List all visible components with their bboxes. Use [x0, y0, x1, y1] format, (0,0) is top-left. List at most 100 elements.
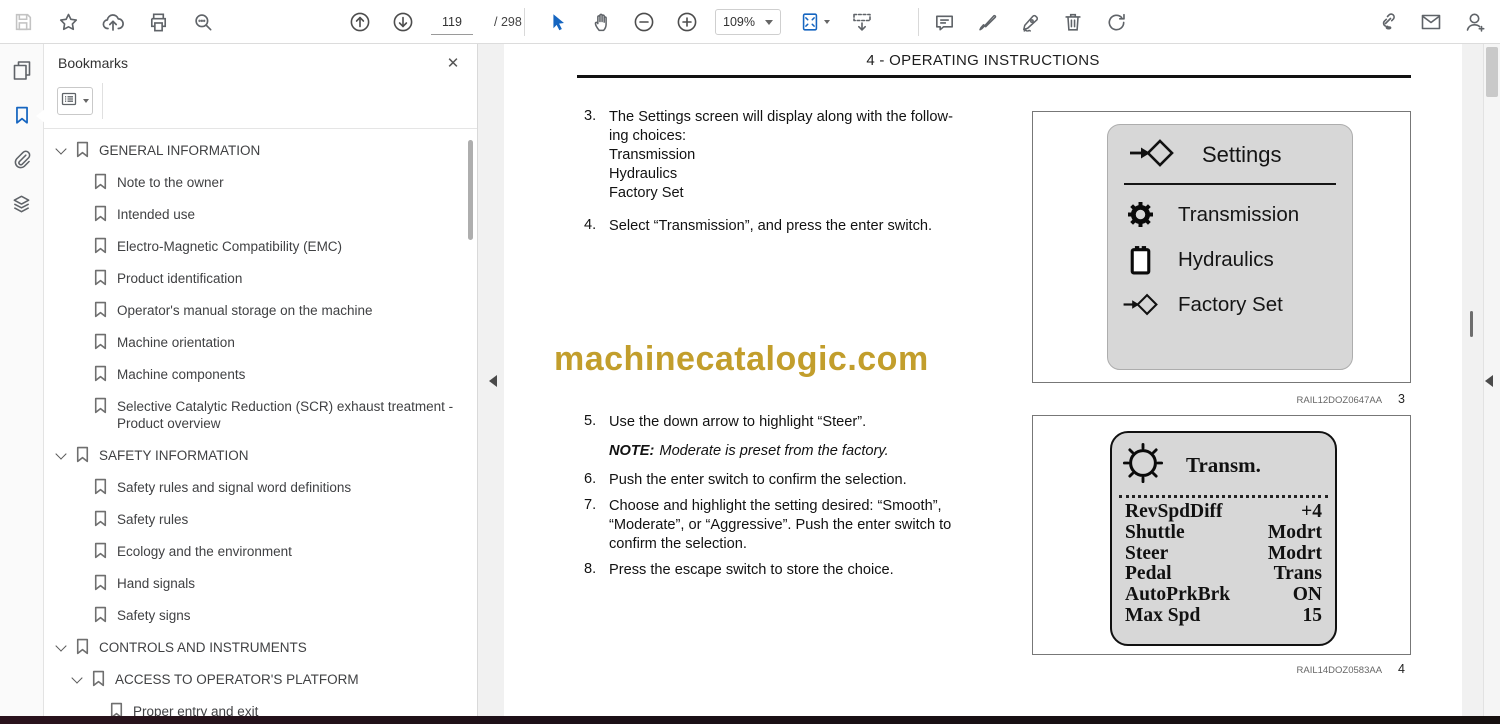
transm-title-row: Transm.	[1112, 435, 1335, 495]
setting-label: AutoPrkBrk	[1125, 584, 1231, 606]
select-tool-button[interactable]	[543, 7, 573, 37]
active-panel-pointer	[36, 109, 45, 123]
menu-item-label: Hydraulics	[1178, 247, 1274, 271]
transmission-display: Transm. RevSpdDiff +4 Shuttle Modrt Steer M…	[1110, 431, 1337, 646]
search-zoom-button[interactable]	[188, 7, 218, 37]
zoom-out-button[interactable]	[629, 7, 659, 37]
scrollbar-thumb[interactable]	[1486, 47, 1498, 97]
bookmark-item[interactable]: Intended use	[44, 198, 464, 230]
bookmark-label: GENERAL INFORMATION	[99, 143, 261, 158]
step-6: 6. Push the enter switch to confirm the s…	[584, 471, 996, 490]
print-button[interactable]	[143, 7, 173, 37]
save-button[interactable]	[8, 7, 38, 37]
page-up-button[interactable]	[345, 7, 375, 37]
figure-caption: RAIL12DOZ0647AA 3	[1032, 390, 1406, 408]
fit-page-button[interactable]	[794, 7, 834, 37]
layers-tab[interactable]	[7, 192, 37, 222]
rotate-button[interactable]	[1101, 7, 1131, 37]
transm-title: Transm.	[1186, 452, 1261, 477]
hand-icon	[590, 11, 613, 34]
bookmark-item[interactable]: Proper entry and exit	[44, 695, 464, 716]
page-number-input[interactable]: 119	[431, 9, 473, 35]
bookmarks-tab[interactable]	[7, 102, 37, 132]
favorite-button[interactable]	[53, 7, 83, 37]
figure-caption: RAIL14DOZ0583AA 4	[1032, 660, 1406, 678]
bookmark-section[interactable]: CONTROLS AND INSTRUMENTS	[44, 631, 464, 663]
share-upload-button[interactable]	[98, 7, 128, 37]
highlight-button[interactable]	[972, 7, 1002, 37]
step-text: Use the down arrow to highlight “Steer”.	[609, 414, 867, 430]
bookmark-item[interactable]: Operator's manual storage on the machine	[44, 294, 464, 326]
bookmark-item[interactable]: Ecology and the environment	[44, 535, 464, 567]
bookmarks-panel: Bookmarks ✕ GENERAL INFORMATION Note to …	[44, 44, 478, 716]
bookmark-item[interactable]: Hand signals	[44, 567, 464, 599]
panel-title: Bookmarks	[58, 55, 129, 71]
bookmark-tree: GENERAL INFORMATION Note to the owner In…	[44, 134, 464, 716]
page-down-button[interactable]	[388, 7, 418, 37]
bookmark-label: Electro-Magnetic Compatibility (EMC)	[117, 239, 343, 254]
chevron-down-icon[interactable]	[55, 448, 67, 460]
email-button[interactable]	[1416, 7, 1446, 37]
collapse-right-arrow-icon[interactable]	[1485, 375, 1493, 387]
bookmark-item[interactable]: Machine orientation	[44, 326, 464, 358]
comment-icon	[933, 11, 956, 34]
bookmark-section[interactable]: ACCESS TO OPERATOR'S PLATFORM	[44, 663, 464, 695]
step-3: 3. The Settings screen will display along…	[584, 108, 996, 203]
settings-display: Settings Transmission Hydraulics Factory…	[1107, 124, 1353, 370]
chevron-down-icon[interactable]	[55, 143, 67, 155]
bookmark-item[interactable]: Product identification	[44, 262, 464, 294]
ring-gear-icon	[1122, 442, 1164, 489]
search-icon	[192, 11, 215, 34]
setting-value: Trans	[1273, 563, 1322, 585]
share-link-button[interactable]	[1372, 7, 1402, 37]
panel-divider	[44, 128, 477, 129]
envelope-icon	[1419, 10, 1443, 34]
bookmark-label: Operator's manual storage on the machine	[117, 303, 373, 318]
comment-button[interactable]	[929, 7, 959, 37]
chevron-down-icon[interactable]	[55, 640, 67, 652]
note-text: Moderate is preset from the factory.	[659, 443, 889, 459]
hand-tool-button[interactable]	[586, 7, 616, 37]
step-text: Push the enter switch to confirm the sel…	[609, 472, 907, 488]
bookmark-section[interactable]: SAFETY INFORMATION	[44, 439, 464, 471]
bookmark-item[interactable]: Safety signs	[44, 599, 464, 631]
thumbnails-tab[interactable]	[7, 57, 37, 87]
bookmark-icon	[91, 670, 106, 687]
bookmark-item[interactable]: Selective Catalytic Reduction (SCR) exha…	[44, 390, 477, 439]
page-position-indicator	[1470, 311, 1473, 337]
zoom-in-button[interactable]	[672, 7, 702, 37]
panel-scrollbar-thumb[interactable]	[468, 140, 473, 240]
setting-row: AutoPrkBrk ON	[1125, 584, 1322, 606]
enter-diamond-icon	[1128, 137, 1174, 174]
cloud-upload-icon	[101, 10, 125, 34]
bookmark-icon	[93, 542, 108, 559]
chevron-down-icon	[765, 19, 773, 25]
zoom-level-select[interactable]: 109%	[715, 9, 781, 35]
cursor-icon	[547, 11, 569, 33]
bookmark-icon	[11, 103, 33, 132]
attachments-tab[interactable]	[7, 147, 37, 177]
chevron-down-icon[interactable]	[71, 672, 83, 684]
bookmark-icon	[93, 365, 108, 382]
bookmark-options-button[interactable]	[57, 87, 93, 115]
bookmark-icon	[93, 301, 108, 318]
chevron-down-icon	[823, 20, 830, 24]
bookmark-item[interactable]: Safety rules	[44, 503, 464, 535]
collapse-toolbar-button[interactable]	[847, 7, 877, 37]
bookmark-item[interactable]: Machine components	[44, 358, 464, 390]
delete-button[interactable]	[1058, 7, 1088, 37]
page-total-label: / 298	[494, 15, 522, 29]
bookmark-label: SAFETY INFORMATION	[99, 448, 249, 463]
bookmark-icon	[93, 237, 108, 254]
add-user-button[interactable]	[1460, 7, 1490, 37]
close-panel-button[interactable]: ✕	[441, 51, 465, 75]
signature-button[interactable]	[1015, 7, 1045, 37]
bookmark-item[interactable]: Note to the owner	[44, 166, 464, 198]
setting-row: Pedal Trans	[1125, 564, 1322, 585]
step-number: 8.	[584, 561, 597, 577]
bookmark-item[interactable]: Safety rules and signal word definitions	[44, 471, 464, 503]
bookmark-item[interactable]: Electro-Magnetic Compatibility (EMC)	[44, 230, 464, 262]
figure-settings-screen: Settings Transmission Hydraulics Factory…	[1032, 111, 1411, 383]
collapse-panel-arrow-icon[interactable]	[489, 375, 497, 387]
bookmark-section[interactable]: GENERAL INFORMATION	[44, 134, 464, 166]
